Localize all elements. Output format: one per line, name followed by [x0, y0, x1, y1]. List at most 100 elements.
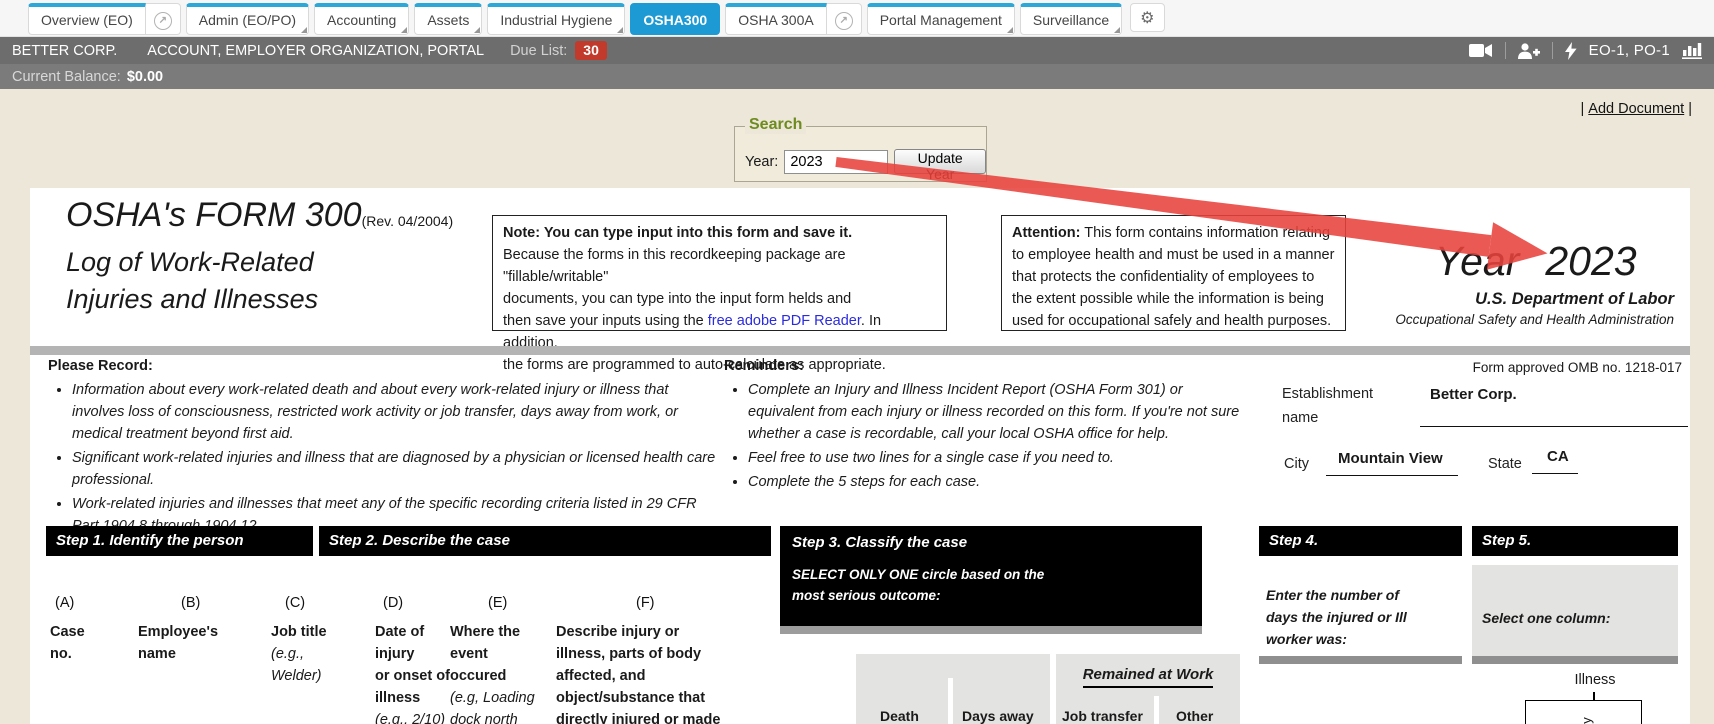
state-value[interactable]: CA — [1547, 448, 1569, 465]
due-list-badge[interactable]: 30 — [575, 41, 607, 60]
header-separator — [1505, 42, 1506, 59]
due-list-label: Due List: — [510, 43, 567, 59]
column-f-line: object/substance that — [556, 687, 720, 709]
gears-icon: ⚙ — [1140, 10, 1154, 27]
remained-at-work-header: Remained at Work — [1056, 666, 1240, 688]
note-box: Note: You can type input into this form … — [492, 215, 947, 331]
column-d-example: (e.g., 2/10) — [375, 709, 450, 724]
reminders-section: Reminders: Complete an Injury and Illnes… — [724, 358, 1244, 495]
remained-at-work-text: Remained at Work — [1083, 666, 1214, 688]
outcome-separator — [948, 678, 953, 724]
outcome-other-label: Other — [1176, 708, 1213, 724]
add-document-link[interactable]: Add Document — [1588, 101, 1684, 117]
column-e-line: event — [450, 643, 535, 665]
tab-portal-management[interactable]: Portal Management — [867, 3, 1015, 35]
column-f-line: Describe injury or — [556, 621, 720, 643]
tab-overview-eo[interactable]: Overview (EO) — [28, 3, 146, 35]
tab-industrial-hygiene[interactable]: Industrial Hygiene — [487, 3, 625, 35]
column-a-label: Case no. — [50, 621, 85, 665]
popout-arrow-icon: ↗ — [154, 12, 172, 30]
entity-codes: EO-1, PO-1 — [1589, 42, 1670, 59]
tab-surveillance[interactable]: Surveillance — [1020, 3, 1122, 35]
settings-button[interactable]: ⚙ — [1130, 3, 1164, 32]
year-input[interactable] — [784, 150, 888, 174]
tab-osha300a-popout-button[interactable]: ↗ — [827, 3, 862, 35]
dol-block: U.S. Department of Labor Occupational Sa… — [1395, 290, 1674, 327]
step5-select-box: Select one column: — [1472, 565, 1678, 656]
column-f-line: directly injured or made — [556, 709, 720, 724]
column-d-line: or onset of — [375, 665, 450, 687]
column-d-line: illness — [375, 687, 450, 709]
city-label: City — [1284, 452, 1309, 476]
state-underline — [1532, 473, 1578, 474]
form-year: Year2023 — [1435, 238, 1637, 285]
update-year-button[interactable]: Update Year — [894, 149, 986, 174]
establishment-underline — [1420, 426, 1688, 427]
column-e-example: dock north — [450, 709, 535, 724]
column-c-line: Job title — [271, 621, 327, 643]
pipe: | — [1581, 101, 1585, 117]
tab-accounting[interactable]: Accounting — [314, 3, 409, 35]
step4-instruction-line1: Enter the number of — [1266, 584, 1407, 606]
dol-line1: U.S. Department of Labor — [1395, 290, 1674, 309]
reminders-bullet: Complete the 5 steps for each case. — [748, 471, 1246, 493]
pdf-reader-link[interactable]: free adobe PDF Reader — [708, 313, 861, 329]
video-camera-icon[interactable] — [1469, 43, 1493, 58]
form-year-value: 2023 — [1545, 238, 1636, 284]
city-value[interactable]: Mountain View — [1338, 450, 1443, 467]
form-title-text: OSHA's FORM 300 — [66, 196, 362, 234]
step4-instruction-line2: days the injured or Ill — [1266, 606, 1407, 628]
illness-label: Illness — [1560, 672, 1630, 688]
tab-osha300[interactable]: OSHA300 — [630, 3, 720, 35]
step4-divider-bar — [1259, 656, 1462, 664]
column-letter-e: (E) — [488, 595, 507, 611]
add-user-icon[interactable] — [1518, 43, 1540, 59]
stats-icon[interactable] — [1682, 42, 1702, 59]
step3-shadow — [780, 626, 1202, 634]
org-context: ACCOUNT, EMPLOYER ORGANIZATION, PORTAL — [147, 43, 484, 59]
step5-header: Step 5. — [1472, 526, 1678, 556]
add-document-row: |Add Document| — [1581, 101, 1692, 117]
establishment-label-line1: Establishment — [1282, 382, 1373, 406]
step3-title: Step 3. Classify the case — [792, 534, 1190, 551]
outcome-death-label: Death — [880, 708, 919, 724]
org-header-bar: BETTER CORP. ACCOUNT, EMPLOYER ORGANIZAT… — [0, 37, 1714, 64]
tab-osha300a[interactable]: OSHA 300A — [725, 3, 827, 35]
step4-instruction-line3: worker was: — [1266, 628, 1407, 650]
flash-icon[interactable] — [1565, 42, 1577, 60]
form-subtitle-line2: Injuries and Illnesses — [66, 281, 318, 318]
step3-header: Step 3. Classify the case SELECT ONLY ON… — [780, 526, 1202, 626]
column-d-label: Date of injury or onset of illness (e.g.… — [375, 621, 450, 724]
column-d-line: injury — [375, 643, 450, 665]
tab-admin-eo-po[interactable]: Admin (EO/PO) — [186, 3, 309, 35]
please-record-bullet: Information about every work-related dea… — [72, 379, 722, 445]
omb-approval: Form approved OMB no. 1218-017 — [1473, 360, 1682, 375]
illness-columns-box: Injury — [1525, 700, 1642, 724]
column-e-example: (e.g, Loading — [450, 687, 535, 709]
step1-header: Step 1. Identify the person — [46, 526, 313, 556]
please-record-bullet: Significant work-related injuries and il… — [72, 447, 722, 491]
tab-overview-popout-button[interactable]: ↗ — [146, 3, 181, 35]
illness-rotated-column: Injury — [1579, 717, 1594, 724]
column-b-line: Employee's — [138, 621, 218, 643]
tab-assets[interactable]: Assets — [414, 3, 482, 35]
reminders-bullet: Complete an Injury and Illness Incident … — [748, 379, 1246, 445]
state-label: State — [1488, 452, 1522, 476]
outcome-days-away-label: Days away — [962, 708, 1034, 724]
form-revision: (Rev. 04/2004) — [362, 213, 454, 229]
osha-form-panel: OSHA's FORM 300(Rev. 04/2004) Log of Wor… — [30, 188, 1690, 724]
establishment-value[interactable]: Better Corp. — [1430, 386, 1517, 403]
please-record-heading: Please Record: — [48, 358, 716, 374]
dol-line2: Occupational Safety and Health Administr… — [1395, 312, 1674, 327]
year-label: Year: — [745, 154, 778, 170]
step4-header: Step 4. — [1259, 526, 1462, 556]
column-a-line: Case — [50, 621, 85, 643]
establishment-label: Establishment name — [1282, 382, 1373, 430]
step5-instruction: Select one column: — [1482, 607, 1610, 629]
column-f-label: Describe injury or illness, parts of bod… — [556, 621, 720, 724]
step3-subtext-line1: SELECT ONLY ONE circle based on the — [792, 564, 1190, 585]
column-f-line: affected, and — [556, 665, 720, 687]
balance-label: Current Balance: — [12, 69, 121, 85]
please-record-section: Please Record: Information about every w… — [48, 358, 716, 539]
note-line: documents, you can type into the input f… — [503, 288, 936, 310]
